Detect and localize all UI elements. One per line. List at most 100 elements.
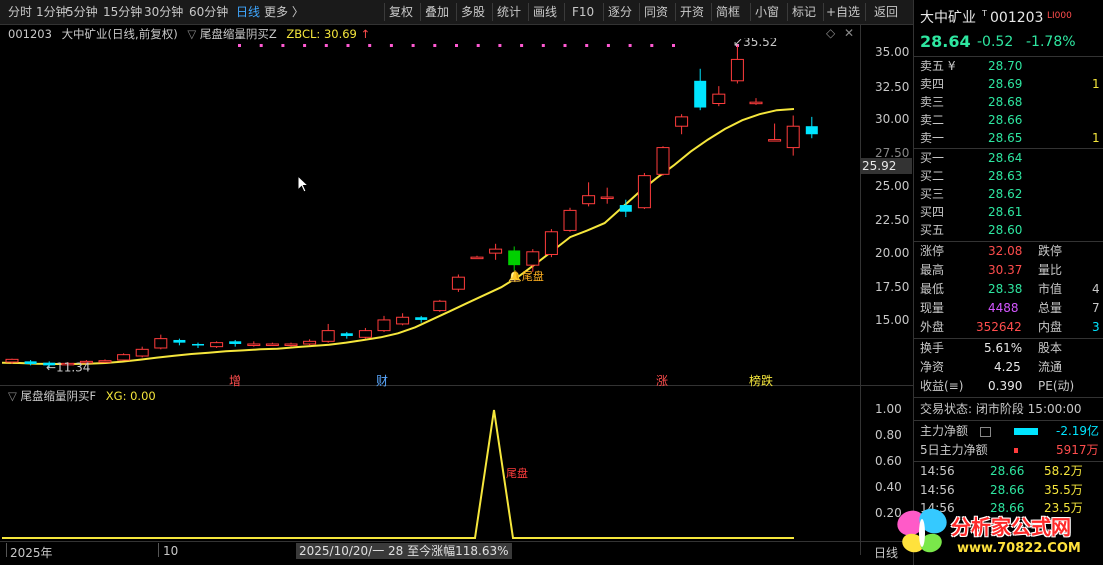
- toolbar-back[interactable]: 返回: [874, 0, 898, 24]
- toolbar-multi-stock[interactable]: 多股: [461, 0, 485, 24]
- toolbar-adjust[interactable]: 复权: [389, 0, 413, 24]
- sell-label: 卖二: [920, 113, 945, 127]
- sell-price: 28.69: [988, 77, 1023, 91]
- toolbar-open-asset[interactable]: 开资: [680, 0, 704, 24]
- candle-body: [544, 231, 558, 255]
- stat-label: 股本: [1038, 341, 1063, 355]
- signal-dot: [259, 44, 263, 47]
- xg-line: [2, 409, 794, 539]
- signal-dot: [476, 44, 480, 47]
- toolbar-more[interactable]: 更多 〉: [264, 0, 304, 24]
- main-net-value: -2.19亿: [1056, 424, 1100, 438]
- candle-body: [192, 343, 204, 346]
- net-flow-bar: [1014, 448, 1018, 453]
- stat-label: 净资: [920, 360, 945, 374]
- candle-body: [284, 343, 298, 346]
- buy-label: 买四: [920, 205, 945, 219]
- buy-label: 买二: [920, 169, 945, 183]
- t-icon: T: [982, 9, 987, 18]
- candle-body: [303, 340, 317, 345]
- buy-price: 28.62: [988, 187, 1023, 201]
- stat-value: 3: [1092, 320, 1100, 334]
- candle-body: [377, 319, 391, 332]
- collapse-icon[interactable]: ▽: [8, 389, 17, 403]
- candle-body: [526, 251, 540, 266]
- event-marker[interactable]: 榜跌: [749, 372, 773, 389]
- toolbar-f10[interactable]: F10: [572, 0, 594, 24]
- signal-dot: [498, 44, 502, 47]
- event-marker[interactable]: 涨: [656, 372, 668, 389]
- y-tick: 35.00: [875, 45, 910, 59]
- footer-month: 10: [163, 544, 179, 558]
- candle-body: [712, 93, 726, 105]
- toolbar-small-window[interactable]: 小窗: [755, 0, 779, 24]
- toolbar-draw[interactable]: 画线: [533, 0, 557, 24]
- indicator-chart[interactable]: 尾盘: [0, 402, 860, 541]
- toolbar-statistics[interactable]: 统计: [497, 0, 521, 24]
- signal-dot: [606, 44, 610, 47]
- candle-body: [340, 333, 353, 336]
- candle-body: [135, 348, 149, 357]
- y-tick: 15.00: [875, 313, 910, 327]
- candle-body: [173, 339, 186, 343]
- candle-body: [154, 338, 168, 349]
- sell-label: 卖四: [920, 77, 945, 91]
- stat-value: 28.38: [988, 282, 1023, 296]
- toolbar-by-minute[interactable]: 逐分: [608, 0, 632, 24]
- buy-label: 买五: [920, 223, 945, 237]
- y-tick: 17.50: [875, 280, 910, 294]
- net-flow-bar: [1014, 428, 1038, 435]
- toolbar-simple-frame[interactable]: 简框: [716, 0, 740, 24]
- toolbar-mark[interactable]: 标记: [792, 0, 816, 24]
- y-tick: 20.00: [875, 246, 910, 260]
- sub-indicator-name[interactable]: 尾盘缩量阴买F: [21, 389, 97, 403]
- signal-dot: [541, 44, 545, 47]
- sell-price: 28.68: [988, 95, 1023, 109]
- sub-y-tick: 0.40: [875, 480, 902, 494]
- sell-price: 28.70: [988, 59, 1023, 73]
- tick-time: 14:56: [920, 464, 955, 478]
- stat-label: 现量: [920, 301, 945, 315]
- candle-body: [749, 101, 763, 105]
- signal-dot: [238, 44, 241, 47]
- buy-label: 买一: [920, 151, 945, 165]
- buy-price: 28.64: [988, 151, 1023, 165]
- stat-label: 换手: [920, 341, 945, 355]
- event-marker[interactable]: 增: [229, 372, 241, 389]
- stat-value: 0.390: [988, 379, 1023, 393]
- stat-value: 32.08: [988, 244, 1023, 258]
- signal-dot: [303, 44, 307, 47]
- stat-label: 最低: [920, 282, 945, 296]
- stat-label: 市值: [1038, 282, 1063, 296]
- main5-value: 5917万: [1056, 443, 1099, 457]
- signal-dot: [563, 44, 567, 47]
- event-marker[interactable]: 财: [376, 372, 388, 389]
- signal-dot: [672, 44, 675, 47]
- toolbar-5min[interactable]: 5分钟: [66, 0, 98, 24]
- toolbar-60min[interactable]: 60分钟: [189, 0, 228, 24]
- toolbar-30min[interactable]: 30分钟: [144, 0, 183, 24]
- stat-value: 352642: [976, 320, 1022, 334]
- toolbar-tick-chart[interactable]: 分时: [8, 0, 32, 24]
- low-annotation: ←11.34: [46, 360, 90, 374]
- signal-dot: [520, 44, 524, 47]
- toolbar-overlay[interactable]: 叠加: [425, 0, 449, 24]
- candlestick-chart[interactable]: ↙35.52 ←11.34 🔔尾盘: [0, 38, 860, 385]
- sell-label: 卖三: [920, 95, 945, 109]
- toolbar-1min[interactable]: 1分钟: [36, 0, 68, 24]
- main5-label: 5日主力净额: [920, 443, 988, 457]
- level-badge: LI000: [1047, 11, 1072, 21]
- tick-volume: 35.5万: [1044, 483, 1083, 497]
- stat-value: 5.61%: [984, 341, 1023, 355]
- sell-price: 28.65: [988, 131, 1023, 145]
- toolbar-same-asset[interactable]: 同资: [644, 0, 668, 24]
- toolbar-add-watchlist[interactable]: +自选: [826, 0, 860, 24]
- signal-dot: [281, 44, 285, 47]
- toolbar-15min[interactable]: 15分钟: [103, 0, 142, 24]
- info-icon[interactable]: [980, 427, 991, 437]
- stat-value: 7: [1092, 301, 1100, 315]
- toolbar-daily[interactable]: 日线: [236, 0, 260, 24]
- quote-panel: 大中矿业 T 001203 LI000 28.64 -0.52 -1.78% 卖…: [913, 0, 1103, 565]
- candle-body: [433, 300, 447, 312]
- footer-range-info: 2025/10/20/一 28 至今涨幅118.63%: [296, 543, 512, 559]
